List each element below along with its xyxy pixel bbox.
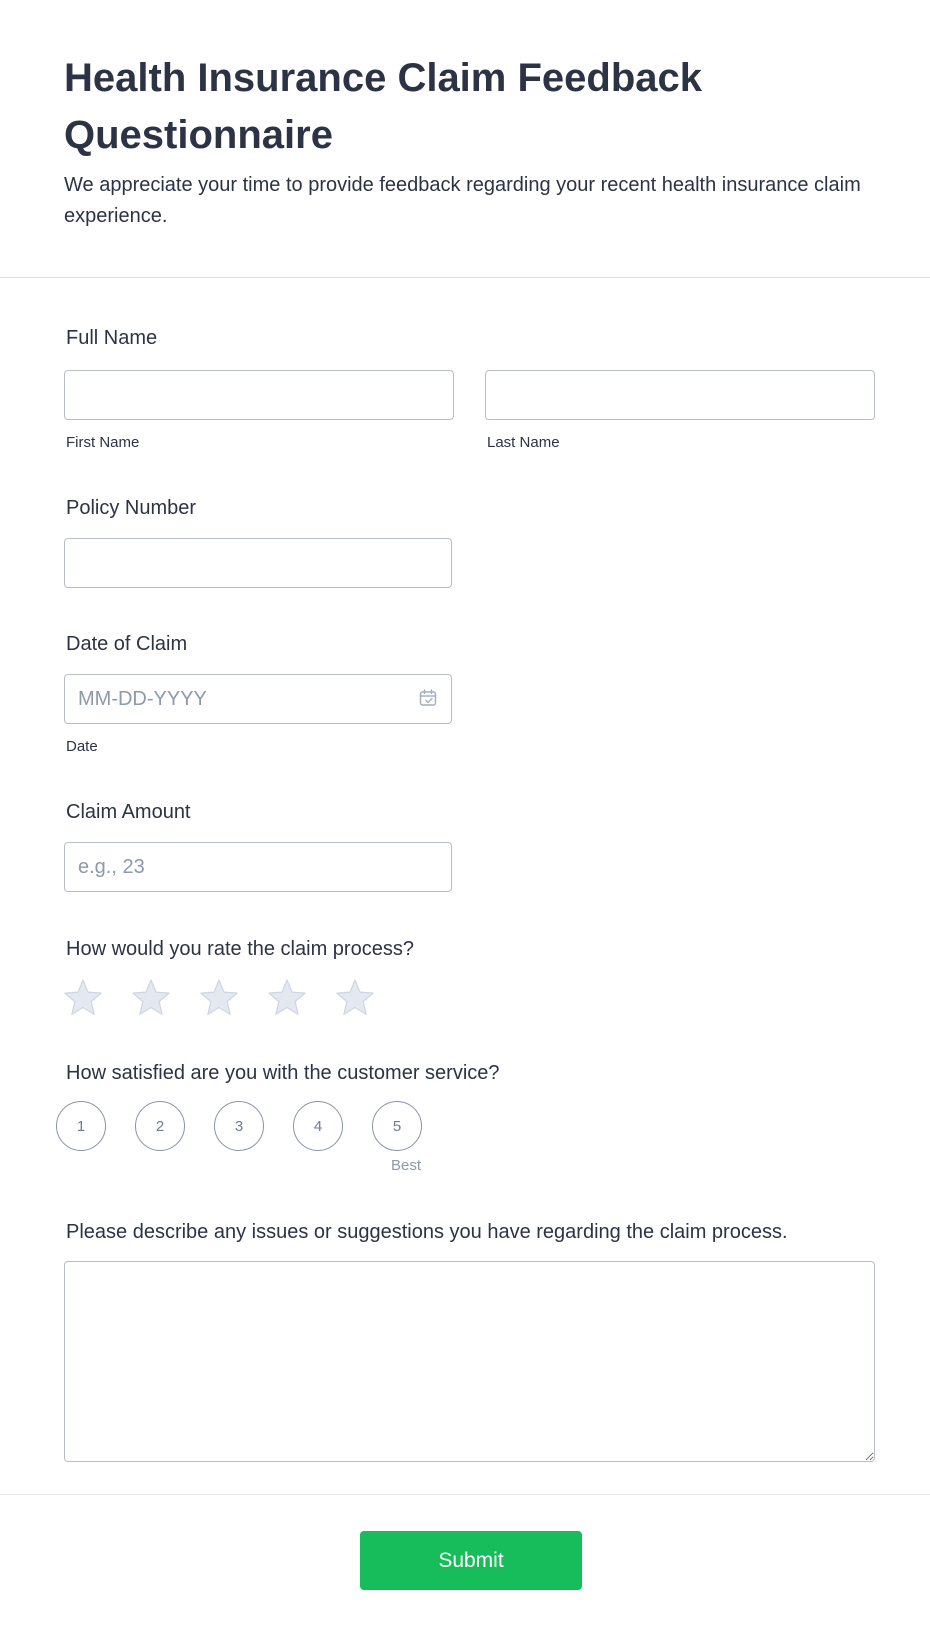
star-icon[interactable] (130, 977, 172, 1019)
date-of-claim-input[interactable] (64, 674, 452, 724)
last-name-input[interactable] (485, 370, 875, 420)
star-icon[interactable] (334, 977, 376, 1019)
form-page: Health Insurance Claim Feedback Question… (0, 0, 930, 1640)
issues-textarea[interactable] (64, 1261, 875, 1462)
form-title: Health Insurance Claim Feedback Question… (64, 56, 703, 157)
date-sublabel: Date (66, 738, 98, 755)
policy-number-input[interactable] (64, 538, 452, 588)
date-of-claim-label: Date of Claim (66, 633, 188, 655)
scale-option-5[interactable]: 5 (372, 1101, 422, 1151)
form-subtitle: We appreciate your time to provide feedb… (64, 174, 861, 227)
header-divider (0, 277, 930, 278)
scale-option-1[interactable]: 1 (56, 1101, 106, 1151)
footer-divider (0, 1494, 930, 1495)
calendar-icon[interactable] (418, 688, 438, 708)
submit-button[interactable]: Submit (360, 1531, 582, 1590)
rating-label: How would you rate the claim process? (66, 938, 414, 960)
last-name-sublabel: Last Name (487, 434, 560, 451)
first-name-sublabel: First Name (66, 434, 140, 451)
star-icon[interactable] (198, 977, 240, 1019)
scale-option-4[interactable]: 4 (293, 1101, 343, 1151)
scale-option-3[interactable]: 3 (214, 1101, 264, 1151)
claim-amount-label: Claim Amount (66, 801, 191, 823)
satisfaction-label: How satisfied are you with the customer … (66, 1062, 500, 1084)
issues-label: Please describe any issues or suggestion… (66, 1221, 788, 1243)
scale-option-2[interactable]: 2 (135, 1101, 185, 1151)
form-header: Health Insurance Claim Feedback Question… (64, 50, 884, 232)
star-icon[interactable] (62, 977, 104, 1019)
star-icon[interactable] (266, 977, 308, 1019)
claim-amount-input[interactable] (64, 842, 452, 892)
scale-best-label: Best (391, 1157, 422, 1174)
first-name-input[interactable] (64, 370, 454, 420)
policy-number-label: Policy Number (66, 497, 197, 519)
full-name-label: Full Name (66, 327, 158, 349)
